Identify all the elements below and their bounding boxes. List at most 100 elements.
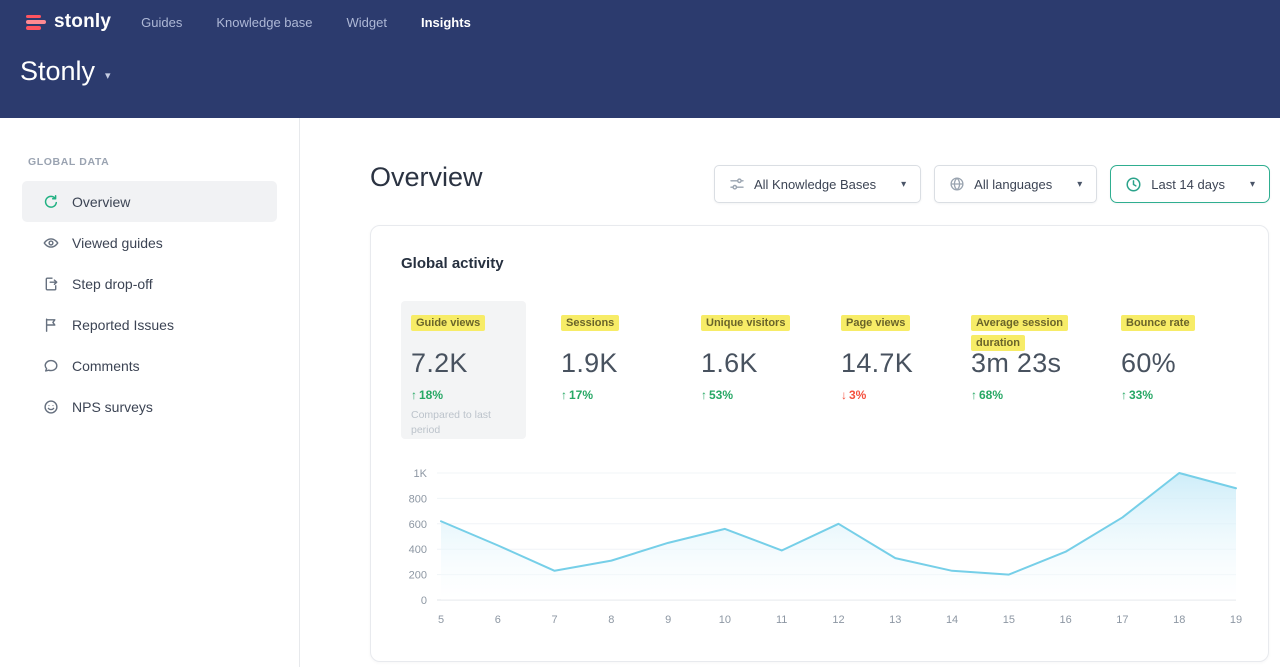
trend-down-icon: ↓ xyxy=(841,388,847,402)
knowledge-bases-dropdown[interactable]: All Knowledge Bases ▾ xyxy=(714,165,921,203)
languages-value: All languages xyxy=(974,177,1052,192)
sidebar-item-label: Reported Issues xyxy=(72,317,174,333)
svg-text:800: 800 xyxy=(409,493,427,505)
sidebar-item-comments[interactable]: Comments xyxy=(22,345,277,386)
svg-text:200: 200 xyxy=(409,570,427,582)
trend-up-icon: ↑ xyxy=(971,388,977,402)
sidebar-item-label: Comments xyxy=(72,358,140,374)
trend-up-icon: ↑ xyxy=(561,388,567,402)
metric-change: ↑53% xyxy=(701,388,790,402)
sidebar: GLOBAL DATA Overview Viewed guides Step … xyxy=(0,118,300,667)
flag-icon xyxy=(43,317,59,333)
metric-unique-visitors[interactable]: Unique visitors 1.6K ↑53% xyxy=(691,301,800,402)
svg-text:17: 17 xyxy=(1116,614,1128,626)
svg-text:7: 7 xyxy=(552,614,558,626)
primary-nav: Guides Knowledge base Widget Insights xyxy=(141,15,471,30)
svg-text:13: 13 xyxy=(889,614,901,626)
stonly-logo[interactable]: stonly xyxy=(26,11,111,33)
metric-value: 1.9K xyxy=(561,348,619,379)
sync-icon xyxy=(43,194,59,210)
svg-text:9: 9 xyxy=(665,614,671,626)
svg-text:18: 18 xyxy=(1173,614,1185,626)
svg-text:600: 600 xyxy=(409,519,427,531)
nav-insights[interactable]: Insights xyxy=(421,15,471,30)
metric-average-session-duration[interactable]: Average session duration 3m 23s ↑68% xyxy=(961,301,1087,402)
date-range-dropdown[interactable]: Last 14 days ▾ xyxy=(1110,165,1270,203)
sidebar-item-label: Step drop-off xyxy=(72,276,153,292)
logo-text: stonly xyxy=(54,11,111,33)
chevron-down-icon[interactable]: ▾ xyxy=(105,69,111,82)
metric-value: 14.7K xyxy=(841,348,913,379)
metric-sessions[interactable]: Sessions 1.9K ↑17% xyxy=(551,301,629,402)
workspace-title[interactable]: Stonly xyxy=(20,56,95,87)
metric-label: Page views xyxy=(841,315,910,331)
smiley-icon xyxy=(43,399,59,415)
metric-change: ↑33% xyxy=(1121,388,1195,402)
metric-label: Bounce rate xyxy=(1121,315,1195,331)
svg-text:400: 400 xyxy=(409,544,427,556)
filters-bar: All Knowledge Bases ▾ All languages ▾ La… xyxy=(714,165,1270,203)
svg-text:19: 19 xyxy=(1230,614,1242,626)
svg-text:11: 11 xyxy=(776,614,787,626)
metric-label: Sessions xyxy=(561,315,619,331)
clock-icon xyxy=(1125,176,1142,193)
globe-icon xyxy=(949,176,965,192)
global-activity-chart: 0 200 400 600 800 1K 5 6 7 8 9 10 11 12 13 14 15 16 17 18 19 xyxy=(371,463,1251,633)
stonly-logo-icon xyxy=(26,15,46,30)
metric-page-views[interactable]: Page views 14.7K ↓3% xyxy=(831,301,923,402)
trend-up-icon: ↑ xyxy=(701,388,707,402)
svg-text:14: 14 xyxy=(946,614,958,626)
sidebar-item-label: Viewed guides xyxy=(72,235,163,251)
nav-guides[interactable]: Guides xyxy=(141,15,182,30)
svg-text:12: 12 xyxy=(832,614,844,626)
eye-icon xyxy=(43,235,59,251)
metric-value: 7.2K xyxy=(411,348,516,379)
metric-label: Average session duration xyxy=(971,315,1068,351)
workspace-selector[interactable]: Stonly ▾ xyxy=(20,56,1280,87)
nav-knowledge-base[interactable]: Knowledge base xyxy=(216,15,312,30)
chevron-down-icon: ▾ xyxy=(1077,179,1082,190)
metric-guide-views[interactable]: Guide views 7.2K ↑18% Compared to last p… xyxy=(401,301,526,439)
sidebar-item-reported-issues[interactable]: Reported Issues xyxy=(22,304,277,345)
metric-change: ↑68% xyxy=(971,388,1077,402)
chevron-down-icon: ▾ xyxy=(901,179,906,190)
metric-value: 3m 23s xyxy=(971,348,1077,379)
top-header: stonly Guides Knowledge base Widget Insi… xyxy=(0,0,1280,118)
metric-note: Compared to last period xyxy=(411,408,505,437)
knowledge-bases-value: All Knowledge Bases xyxy=(754,177,876,192)
metric-value: 1.6K xyxy=(701,348,790,379)
metric-label: Guide views xyxy=(411,315,485,331)
svg-text:15: 15 xyxy=(1003,614,1015,626)
metric-change: ↓3% xyxy=(841,388,913,402)
svg-text:6: 6 xyxy=(495,614,501,626)
metric-change: ↑17% xyxy=(561,388,619,402)
svg-text:16: 16 xyxy=(1060,614,1072,626)
date-range-value: Last 14 days xyxy=(1151,177,1225,192)
sidebar-item-overview[interactable]: Overview xyxy=(22,181,277,222)
sidebar-item-nps-surveys[interactable]: NPS surveys xyxy=(22,386,277,427)
metric-value: 60% xyxy=(1121,348,1195,379)
page-title: Overview xyxy=(370,162,483,193)
nav-widget[interactable]: Widget xyxy=(347,15,387,30)
sliders-icon xyxy=(729,176,745,192)
languages-dropdown[interactable]: All languages ▾ xyxy=(934,165,1097,203)
sidebar-item-viewed-guides[interactable]: Viewed guides xyxy=(22,222,277,263)
comment-icon xyxy=(43,358,59,374)
chevron-down-icon: ▾ xyxy=(1250,179,1255,190)
metric-label: Unique visitors xyxy=(701,315,790,331)
svg-text:8: 8 xyxy=(608,614,614,626)
document-arrow-icon xyxy=(43,276,59,292)
metric-bounce-rate[interactable]: Bounce rate 60% ↑33% xyxy=(1111,301,1205,402)
svg-text:1K: 1K xyxy=(414,468,428,480)
card-title: Global activity xyxy=(401,255,504,272)
top-navbar: stonly Guides Knowledge base Widget Insi… xyxy=(0,0,1280,33)
svg-text:0: 0 xyxy=(421,595,427,607)
global-activity-card: Global activity Guide views 7.2K ↑18% Co… xyxy=(370,225,1269,662)
trend-up-icon: ↑ xyxy=(411,388,417,402)
metric-change: ↑18% xyxy=(411,388,516,402)
sidebar-section-label: GLOBAL DATA xyxy=(28,156,299,168)
svg-text:10: 10 xyxy=(719,614,731,626)
sidebar-item-label: NPS surveys xyxy=(72,399,153,415)
svg-text:5: 5 xyxy=(438,614,444,626)
sidebar-item-step-drop-off[interactable]: Step drop-off xyxy=(22,263,277,304)
